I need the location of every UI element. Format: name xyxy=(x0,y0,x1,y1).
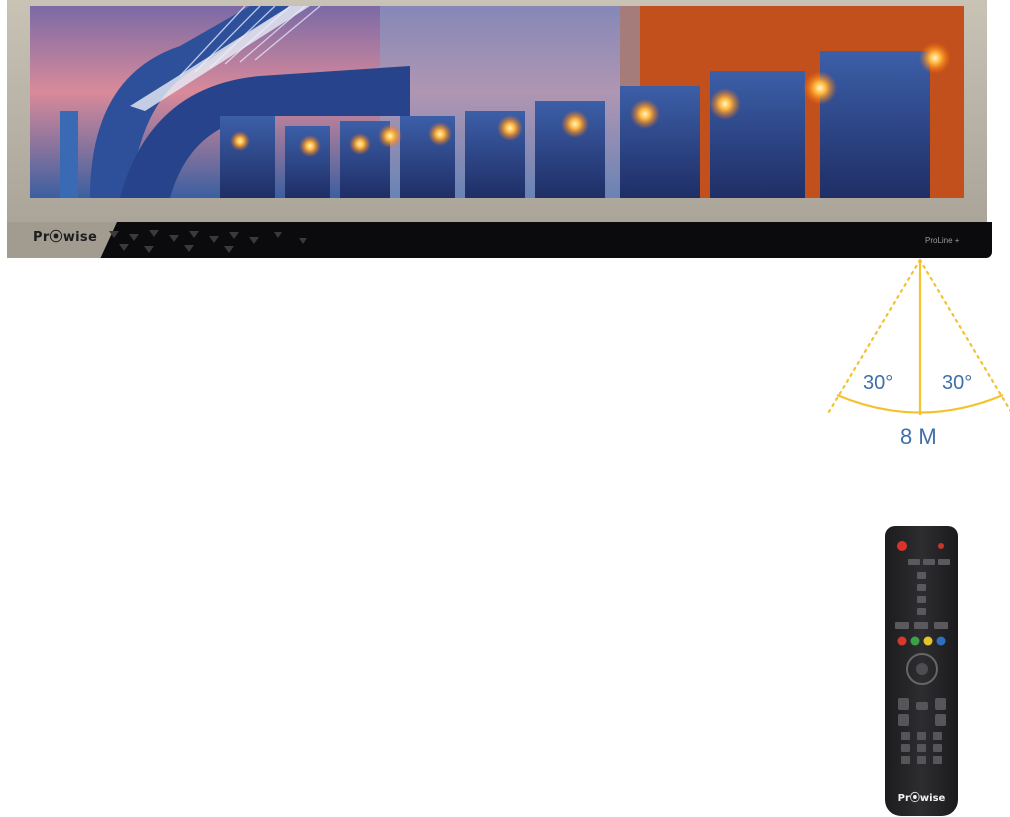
display-screen xyxy=(30,6,964,198)
bezel-pattern xyxy=(109,230,307,253)
bridge-photo xyxy=(30,6,964,198)
left-angle-label: 30° xyxy=(863,372,894,394)
power-button xyxy=(897,541,907,551)
remote-buttons xyxy=(895,541,950,764)
distance-label: 8 M xyxy=(900,424,937,449)
interactive-display: Pr⦿wise ProLine + xyxy=(7,0,992,258)
remote-control: Pr⦿wise xyxy=(885,526,958,816)
remote-brand-logo: Pr⦿wise xyxy=(897,793,946,804)
display-model-label: ProLine + xyxy=(925,236,960,245)
right-angle-label: 30° xyxy=(942,372,973,394)
display-brand-logo: Pr⦿wise xyxy=(33,230,98,245)
